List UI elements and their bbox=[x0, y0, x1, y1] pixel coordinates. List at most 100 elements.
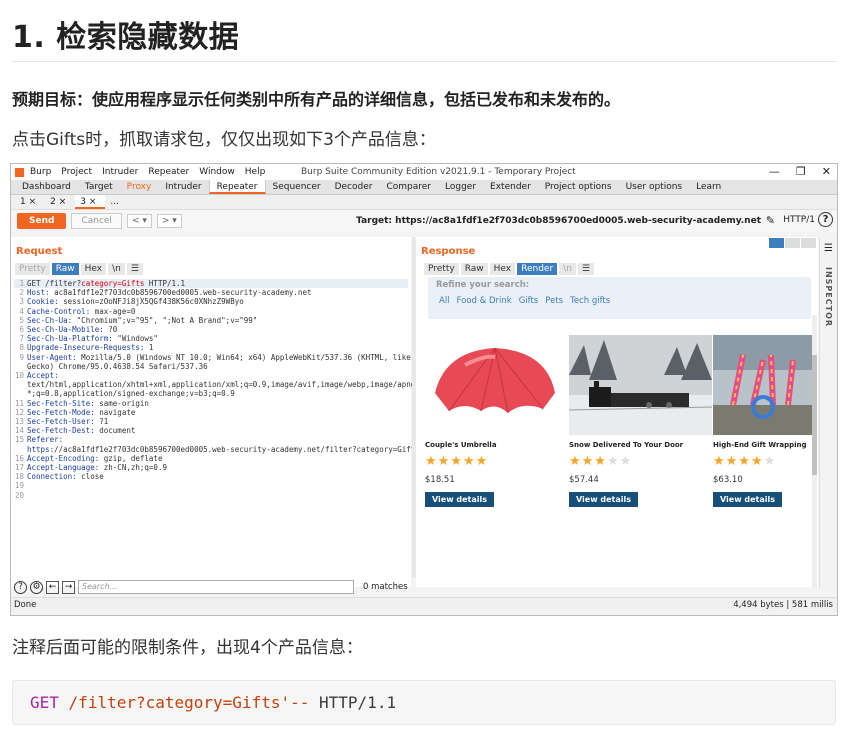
category-link-gifts[interactable]: Gifts bbox=[519, 296, 539, 306]
request-view--button[interactable]: ☰ bbox=[126, 263, 143, 275]
response-view-hex-button[interactable]: Hex bbox=[489, 263, 516, 275]
category-link-food-drink[interactable]: Food & Drink bbox=[457, 296, 512, 306]
line-text: Referer: bbox=[27, 435, 63, 444]
hamburger-icon[interactable]: ☰ bbox=[824, 243, 833, 254]
menu-item-repeater[interactable]: Repeater bbox=[148, 167, 189, 177]
header-name: Sec-Fetch-User: bbox=[27, 417, 95, 427]
request-view-hex-button[interactable]: Hex bbox=[80, 263, 107, 275]
rendered-response: Refine your search: All Food & Drink Gifts… bbox=[419, 275, 817, 587]
line-number: 14 bbox=[14, 426, 24, 436]
tab-repeater[interactable]: Repeater bbox=[208, 180, 266, 194]
request-line: 10 Accept: bbox=[14, 371, 408, 380]
line-text: GET /filter?category=Gifts HTTP/1.1 bbox=[27, 279, 186, 288]
help-icon[interactable]: ? bbox=[14, 580, 27, 594]
header-name: Referer: bbox=[27, 435, 64, 445]
response-scrollbar[interactable] bbox=[812, 315, 817, 587]
send-button[interactable]: Send bbox=[17, 213, 67, 229]
request-line: 14 Sec-Fetch-Dest: document bbox=[14, 426, 408, 435]
tab-comparer[interactable]: Comparer bbox=[379, 180, 438, 194]
http-version[interactable]: HTTP/1 bbox=[783, 215, 815, 225]
cancel-button[interactable]: Cancel bbox=[71, 213, 122, 229]
request-view-n-button[interactable]: \n bbox=[108, 263, 125, 275]
product-name: Snow Delivered To Your Door bbox=[569, 441, 684, 449]
refine-search-panel: Refine your search: All Food & Drink Gifts… bbox=[428, 277, 811, 319]
tab-dashboard[interactable]: Dashboard bbox=[15, 180, 78, 194]
edit-target-icon[interactable]: ✎ bbox=[766, 214, 775, 227]
forward-button[interactable]: > ▾ bbox=[156, 214, 182, 228]
view-details-button[interactable]: View details bbox=[569, 492, 639, 507]
repeater-tab[interactable]: 2 × bbox=[45, 195, 75, 209]
line-number: 10 bbox=[14, 371, 24, 381]
tab-extender[interactable]: Extender bbox=[483, 180, 538, 194]
line-number: 20 bbox=[14, 490, 24, 500]
help-icon[interactable]: ? bbox=[818, 212, 833, 227]
scrollbar-thumb[interactable] bbox=[812, 355, 817, 475]
header-name: Upgrade-Insecure-Requests: bbox=[27, 343, 145, 353]
repeater-tabs: 1 × 2 × 3 ×... bbox=[11, 195, 837, 210]
tab-proxy[interactable]: Proxy bbox=[120, 180, 159, 194]
maximize-icon[interactable]: ❐ bbox=[796, 165, 806, 178]
response-view-pretty-button[interactable]: Pretty bbox=[424, 263, 459, 275]
category-link-pets[interactable]: Pets bbox=[545, 296, 563, 306]
minimize-icon[interactable]: — bbox=[769, 165, 780, 178]
settings-gear-icon[interactable]: ⚙ bbox=[30, 580, 43, 594]
tab-sequencer[interactable]: Sequencer bbox=[266, 180, 328, 194]
tab-project-options[interactable]: Project options bbox=[538, 180, 619, 194]
tab-user-options[interactable]: User options bbox=[619, 180, 690, 194]
line-number: 6 bbox=[19, 325, 24, 335]
request-editor[interactable]: 1 GET /filter?category=Gifts HTTP/1.1 2 Hos… bbox=[14, 279, 429, 500]
request-line: 17 Accept-Language: zh-CN,zh;q=0.9 bbox=[14, 463, 408, 472]
previous-arrow-icon[interactable]: ← bbox=[46, 580, 59, 594]
burp-window: Burp Project Intruder Repeater Window Help Bu… bbox=[10, 163, 838, 616]
request-view-buttons: Pretty Raw Hex \n ☰ bbox=[15, 263, 143, 275]
request-line: 13 Sec-Fetch-User: ?1 bbox=[14, 417, 408, 426]
menu-item-project[interactable]: Project bbox=[61, 167, 92, 177]
response-heading: Response bbox=[421, 246, 476, 257]
tab-logger[interactable]: Logger bbox=[438, 180, 483, 194]
line-number bbox=[14, 362, 24, 371]
tab-decoder[interactable]: Decoder bbox=[328, 180, 380, 194]
request-view-pretty-button[interactable]: Pretty bbox=[15, 263, 50, 275]
target-url: Target: https://ac8a1fdf1e2f703dc0b85967… bbox=[356, 216, 761, 226]
layout-horizontal-icon[interactable] bbox=[785, 238, 800, 248]
line-number: 16 bbox=[14, 453, 24, 463]
request-view-raw-button[interactable]: Raw bbox=[51, 263, 79, 275]
menu-item-window[interactable]: Window bbox=[199, 167, 235, 177]
response-view-n-button[interactable]: \n bbox=[559, 263, 576, 275]
inspector-label[interactable]: INSPECTOR bbox=[824, 267, 833, 327]
search-input[interactable]: Search... bbox=[78, 580, 354, 594]
next-arrow-icon[interactable]: → bbox=[62, 580, 75, 594]
repeater-tab[interactable]: 1 × bbox=[15, 195, 45, 209]
product-rating: ★★★★★ bbox=[425, 454, 489, 469]
line-number: 5 bbox=[19, 315, 24, 325]
line-text: Cache-Control: max-age=0 bbox=[27, 306, 136, 316]
product-rating: ★★★★★ bbox=[713, 454, 777, 469]
layout-split-icon[interactable] bbox=[769, 238, 784, 248]
response-view-render-button[interactable]: Render bbox=[517, 263, 558, 275]
tab-learn[interactable]: Learn bbox=[689, 180, 728, 194]
category-link-tech-gifts[interactable]: Tech gifts bbox=[570, 296, 610, 306]
repeater-tab[interactable]: 3 × bbox=[75, 195, 106, 209]
window-title: Burp Suite Community Edition v2021.9.1 -… bbox=[301, 167, 576, 177]
repeater-tab[interactable]: ... bbox=[105, 195, 128, 209]
menu-item-help[interactable]: Help bbox=[245, 167, 266, 177]
request-line: 5 Sec-Ch-Ua: "Chromium";v="95", ";Not A B… bbox=[14, 316, 408, 325]
view-details-button[interactable]: View details bbox=[425, 492, 495, 507]
line-number: 12 bbox=[14, 407, 24, 417]
menu-item-burp[interactable]: Burp bbox=[30, 167, 51, 177]
response-view--button[interactable]: ☰ bbox=[577, 263, 594, 275]
layout-tabs-icon[interactable] bbox=[801, 238, 816, 248]
menu-item-intruder[interactable]: Intruder bbox=[102, 167, 138, 177]
request-line: Gecko) Chrome/95.0.4638.54 Safari/537.36 bbox=[14, 362, 408, 371]
header-name: Accept: bbox=[27, 371, 59, 381]
view-details-button[interactable]: View details bbox=[713, 492, 783, 507]
line-text: User-Agent: Mozilla/5.0 (Windows NT 10.0… bbox=[27, 352, 411, 362]
category-link-all[interactable]: All bbox=[439, 296, 450, 306]
product-image-gift-wrapping bbox=[713, 335, 813, 435]
response-view-raw-button[interactable]: Raw bbox=[460, 263, 488, 275]
back-button[interactable]: < ▾ bbox=[126, 214, 152, 228]
close-icon[interactable]: ✕ bbox=[822, 165, 831, 178]
tab-intruder[interactable]: Intruder bbox=[158, 180, 208, 194]
line-text: text/html,application/xhtml+xml,applicat… bbox=[27, 380, 429, 390]
tab-target[interactable]: Target bbox=[78, 180, 120, 194]
